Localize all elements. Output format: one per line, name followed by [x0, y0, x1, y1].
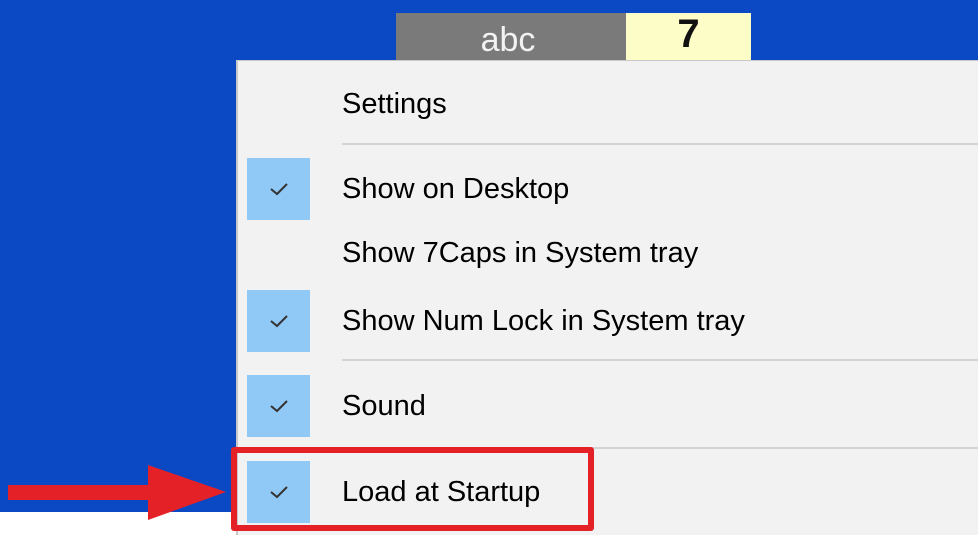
menu-item-label: Show on Desktop	[342, 172, 570, 205]
menu-item-label: Sound	[342, 389, 426, 422]
num-lock-indicator: 7	[626, 12, 751, 61]
caps-lock-indicator: abc	[396, 13, 626, 61]
menu-item-label: Show 7Caps in System tray	[342, 236, 699, 269]
menu-item-label: Settings	[342, 87, 447, 120]
menu-item-settings[interactable]: Settings	[238, 69, 978, 139]
check-icon	[247, 290, 310, 352]
menu-item-show-num-lock-in-tray[interactable]: Show Num Lock in System tray	[238, 290, 978, 352]
check-icon	[247, 158, 310, 220]
red-arrow-icon	[8, 465, 226, 520]
menu-item-show-7caps-in-tray[interactable]: Show 7Caps in System tray	[238, 224, 978, 282]
check-icon	[247, 375, 310, 437]
menu-separator	[342, 143, 978, 145]
7caps-indicator[interactable]: abc 7	[396, 12, 751, 61]
menu-item-sound[interactable]: Sound	[238, 375, 978, 437]
menu-item-label: Show Num Lock in System tray	[342, 304, 745, 337]
menu-separator	[342, 359, 978, 361]
highlight-box	[231, 447, 594, 531]
menu-item-show-on-desktop[interactable]: Show on Desktop	[238, 158, 978, 220]
